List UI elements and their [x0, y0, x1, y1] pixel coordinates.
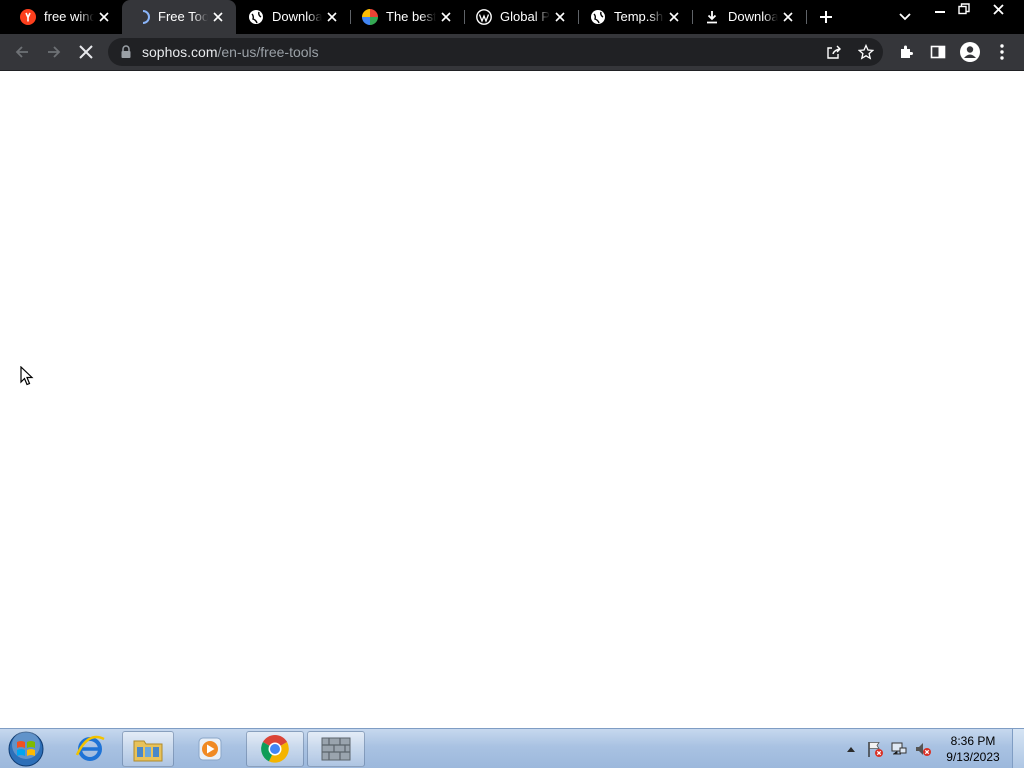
- web-page-content[interactable]: [0, 71, 1024, 728]
- windows-explorer-taskbar-button[interactable]: [122, 731, 174, 767]
- tab-separator: [806, 10, 807, 24]
- show-desktop-button[interactable]: [1012, 729, 1024, 768]
- stop-loading-button[interactable]: [72, 38, 100, 66]
- windows-logo-icon: [8, 731, 44, 767]
- close-icon[interactable]: [780, 9, 796, 25]
- close-icon[interactable]: [438, 9, 454, 25]
- tab-global-pc[interactable]: Global PC: [464, 0, 578, 34]
- globe-icon: [590, 9, 606, 25]
- yandex-icon: [20, 9, 36, 25]
- action-center-flag-icon[interactable]: [864, 729, 886, 768]
- internet-explorer-taskbar-button[interactable]: [62, 731, 118, 767]
- media-player-icon: [198, 737, 222, 761]
- app-taskbar-button[interactable]: [307, 731, 365, 767]
- wordpress-icon: [476, 9, 492, 25]
- side-panel-button[interactable]: [924, 38, 952, 66]
- restore-button[interactable]: [954, 0, 974, 18]
- close-icon[interactable]: [552, 9, 568, 25]
- url-path: /en-us/free-tools: [217, 44, 319, 60]
- extensions-button[interactable]: [892, 38, 920, 66]
- menu-kebab-icon[interactable]: [988, 38, 1016, 66]
- system-clock[interactable]: 8:36 PM 9/13/2023: [940, 733, 1006, 765]
- download-icon: [704, 9, 720, 25]
- tab-free-windows[interactable]: free windows malware removal: [8, 0, 122, 34]
- url-text: sophos.com/en-us/free-tools: [142, 44, 319, 60]
- tab-download[interactable]: Download: [236, 0, 350, 34]
- tab-free-tools[interactable]: Free Tools: [122, 0, 236, 34]
- tab-title: Temp.sh: [614, 9, 664, 24]
- chrome-taskbar-button[interactable]: [246, 731, 304, 767]
- new-tab-button[interactable]: [816, 7, 836, 27]
- colorwheel-icon: [362, 9, 378, 25]
- tab-the-best[interactable]: The best: [350, 0, 464, 34]
- start-button[interactable]: [6, 730, 46, 768]
- clock-time: 8:36 PM: [950, 734, 996, 748]
- back-button[interactable]: [8, 38, 36, 66]
- bookmark-star-icon[interactable]: [856, 42, 876, 62]
- address-bar[interactable]: sophos.com/en-us/free-tools: [108, 38, 883, 66]
- profile-avatar[interactable]: [956, 38, 984, 66]
- taskbar: 8:36 PM 9/13/2023: [0, 728, 1024, 768]
- tab-title: free windows malware removal: [44, 9, 94, 24]
- brick-wall-icon: [321, 737, 351, 761]
- forward-button[interactable]: [40, 38, 68, 66]
- mouse-cursor-icon: [20, 366, 34, 386]
- loading-spinner-icon: [134, 9, 150, 25]
- clock-date: 9/13/2023: [946, 750, 1000, 764]
- tab-download-2[interactable]: Download: [692, 0, 806, 34]
- tab-title: Download: [728, 9, 778, 24]
- tab-title: The best: [386, 9, 436, 24]
- chrome-icon: [261, 735, 289, 763]
- tab-title: Global PC: [500, 9, 550, 24]
- tab-temp-sh[interactable]: Temp.sh: [578, 0, 692, 34]
- tab-title: Free Tools: [158, 9, 208, 24]
- close-icon[interactable]: [324, 9, 340, 25]
- close-icon[interactable]: [96, 9, 112, 25]
- globe-icon: [248, 9, 264, 25]
- close-icon[interactable]: [210, 9, 226, 25]
- share-icon[interactable]: [824, 42, 844, 62]
- url-host: sophos.com: [142, 44, 218, 60]
- media-player-taskbar-button[interactable]: [182, 731, 238, 767]
- close-window-button[interactable]: [986, 0, 1010, 18]
- show-hidden-icons-button[interactable]: [844, 729, 858, 768]
- volume-muted-icon[interactable]: [912, 729, 934, 768]
- minimize-button[interactable]: [930, 0, 950, 18]
- network-icon[interactable]: [888, 729, 910, 768]
- screen: free windows malware removal Free Tools …: [0, 0, 1024, 768]
- tab-strip: free windows malware removal Free Tools …: [0, 0, 1024, 34]
- close-icon[interactable]: [666, 9, 682, 25]
- internet-explorer-icon: [75, 735, 105, 761]
- lock-icon: [121, 45, 131, 58]
- chevron-down-icon[interactable]: [895, 8, 915, 26]
- folder-icon: [133, 740, 163, 762]
- tab-title: Download: [272, 9, 322, 24]
